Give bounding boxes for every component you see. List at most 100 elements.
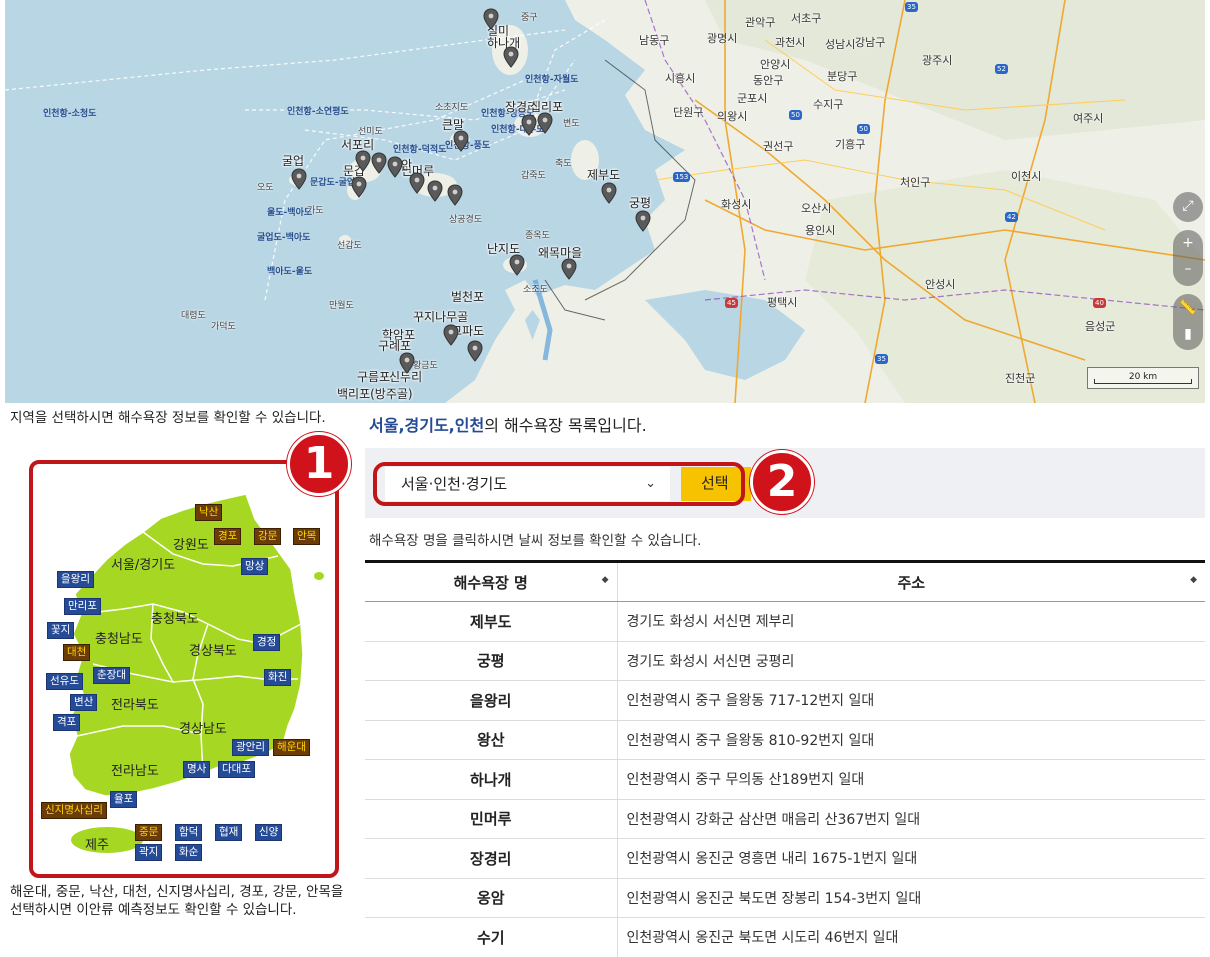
city-label: 용인시	[805, 224, 836, 237]
zoom-control[interactable]: + –	[1173, 230, 1203, 286]
beach-button-gyeongpo[interactable]: 경포	[214, 528, 242, 545]
beach-button-gyeokpo[interactable]: 격포	[53, 714, 81, 731]
beach-table: 해수욕장 명 ◆ 주소 ◆ 제부도 경기도 화성시 서신면 제부리 궁평 경기도 화성시…	[365, 560, 1205, 957]
city-label: 군포시	[737, 92, 768, 105]
region-jeonnam[interactable]: 전라남도	[111, 760, 159, 779]
map-scale: 20 km	[1087, 367, 1199, 389]
table-row: 민머루 인천광역시 강화군 삼산면 매음리 산367번지 일대	[365, 799, 1205, 839]
map-pin-icon[interactable]	[355, 150, 371, 172]
map-pin-icon[interactable]	[453, 130, 469, 152]
city-label: 시흥시	[665, 72, 696, 85]
region-chungbuk[interactable]: 충청북도	[151, 608, 199, 627]
table-row: 옹암 인천광역시 옹진군 북도면 장봉리 154-3번지 일대	[365, 878, 1205, 918]
map-pin-icon[interactable]	[521, 114, 537, 136]
beach-button-chunjangdae[interactable]: 춘장대	[93, 667, 130, 684]
sort-icon[interactable]: ◆	[602, 575, 609, 585]
map-pin-icon[interactable]	[537, 112, 553, 134]
beach-button-kkotji[interactable]: 꽃지	[47, 622, 75, 639]
beach-button-gwangalli[interactable]: 광안리	[232, 739, 269, 756]
region-seoul-gyeonggi[interactable]: 서울/경기도	[111, 554, 175, 573]
beach-button-gangmun[interactable]: 강문	[254, 528, 282, 545]
beach-button-gwakji[interactable]: 곽지	[135, 844, 163, 861]
beach-label[interactable]: 백리포(방주골)	[337, 385, 413, 402]
road-badge: 153	[673, 172, 691, 182]
beach-name-link[interactable]: 수기	[365, 917, 618, 957]
beach-button-sinyang[interactable]: 신양	[255, 824, 283, 841]
beach-button-ulpo[interactable]: 율포	[110, 791, 138, 808]
beach-name-link[interactable]: 옹암	[365, 878, 618, 918]
beach-button-daecheon[interactable]: 대천	[63, 644, 91, 661]
beach-address: 인천광역시 옹진군 영흥면 내리 1675-1번지 일대	[617, 838, 1205, 879]
map-pin-icon[interactable]	[483, 8, 499, 30]
region-chungnam[interactable]: 충청남도	[95, 628, 143, 647]
sort-icon[interactable]: ◆	[1190, 575, 1197, 585]
map-pin-icon[interactable]	[601, 182, 617, 204]
island-label: 소조도	[523, 285, 548, 295]
beach-button-seonyudo[interactable]: 선유도	[46, 673, 83, 690]
beach-name-link[interactable]: 궁평	[365, 641, 618, 681]
beach-button-mangsang[interactable]: 망상	[241, 558, 269, 575]
beach-button-dadaepo[interactable]: 다대포	[218, 761, 255, 778]
map-pin-icon[interactable]	[371, 152, 387, 174]
beach-name-link[interactable]: 장경리	[365, 838, 618, 879]
fullscreen-button[interactable]: ⤢	[1173, 192, 1203, 222]
beach-map[interactable]: 인천항-소청도 인천항-소연평도 인천항-덕적도 인천항-자월도 인천항-장봉도…	[5, 0, 1205, 403]
beach-name-link[interactable]: 하나개	[365, 759, 618, 800]
beach-button-hwasun[interactable]: 화순	[175, 844, 203, 861]
region-jeju[interactable]: 제주	[85, 834, 109, 853]
header-beach-name[interactable]: 해수욕장 명 ◆	[365, 560, 618, 602]
region-gangwon[interactable]: 강원도	[173, 534, 209, 553]
beach-label[interactable]: 굴업	[282, 152, 304, 169]
ruler-icon[interactable]: 📏	[1173, 294, 1203, 322]
beach-label[interactable]: 구름포	[357, 368, 390, 385]
map-pin-icon[interactable]	[443, 324, 459, 346]
beach-button-manlipo[interactable]: 만리포	[64, 598, 101, 615]
step-badge-2: 2	[750, 450, 814, 514]
beach-button-eulwangri[interactable]: 을왕리	[57, 571, 94, 588]
beach-button-naksan[interactable]: 낙산	[195, 504, 223, 521]
beach-name-link[interactable]: 민머루	[365, 799, 618, 839]
page-title-region: 서울,경기도,인천	[369, 416, 485, 435]
map-pin-icon[interactable]	[409, 172, 425, 194]
region-gyeongbuk[interactable]: 경상북도	[189, 640, 237, 659]
road-badge: 50	[857, 124, 870, 134]
map-pin-icon[interactable]	[291, 168, 307, 190]
map-pin-icon[interactable]	[635, 210, 651, 232]
region-gyeongnam[interactable]: 경상남도	[179, 718, 227, 737]
region-jeonbuk[interactable]: 전라북도	[111, 694, 159, 713]
header-address-label: 주소	[897, 573, 926, 592]
city-label: 여주시	[1073, 112, 1104, 125]
map-pin-icon[interactable]	[351, 176, 367, 198]
header-address[interactable]: 주소 ◆	[617, 560, 1205, 602]
beach-button-byeonsan[interactable]: 변산	[70, 694, 98, 711]
map-pin-icon[interactable]	[503, 46, 519, 68]
beach-button-jungmun[interactable]: 중문	[135, 824, 163, 841]
map-pin-icon[interactable]	[447, 184, 463, 206]
zoom-out-icon[interactable]: –	[1173, 258, 1203, 286]
beach-button-hamdeok[interactable]: 함덕	[175, 824, 203, 841]
beach-button-hyeopjae[interactable]: 협재	[215, 824, 243, 841]
map-pin-icon[interactable]	[561, 258, 577, 280]
map-tools[interactable]: 📏 ▮	[1173, 294, 1203, 350]
beach-label[interactable]: 궁평	[629, 194, 651, 211]
beach-button-haeundae[interactable]: 해운대	[273, 739, 310, 756]
beach-name-link[interactable]: 왕산	[365, 720, 618, 760]
beach-button-hwajin[interactable]: 화진	[264, 669, 292, 686]
beach-label[interactable]: 벌천포	[451, 288, 484, 305]
zoom-in-icon[interactable]: +	[1173, 230, 1203, 258]
beach-button-gyeongjeong[interactable]: 경정	[253, 634, 281, 651]
city-label: 광명시	[707, 32, 738, 45]
beach-name-link[interactable]: 제부도	[365, 601, 618, 642]
map-pin-icon[interactable]	[399, 352, 415, 374]
beach-button-myeongsa[interactable]: 명사	[183, 761, 211, 778]
map-pin-icon[interactable]	[387, 156, 403, 178]
beach-button-sinji[interactable]: 신지명사십리	[41, 802, 107, 819]
beach-button-anmok[interactable]: 안목	[293, 528, 321, 545]
beach-label[interactable]: 제부도	[587, 166, 620, 183]
map-pin-icon[interactable]	[509, 254, 525, 276]
map-pin-icon[interactable]	[467, 340, 483, 362]
korea-region-map[interactable]: 강원도 서울/경기도 충청북도 충청남도 경상북도 전라북도 경상남도 전라남도…	[29, 460, 339, 878]
map-pin-icon[interactable]	[427, 180, 443, 202]
map-layer-icon[interactable]: ▮	[1173, 322, 1203, 350]
beach-name-link[interactable]: 을왕리	[365, 680, 618, 721]
